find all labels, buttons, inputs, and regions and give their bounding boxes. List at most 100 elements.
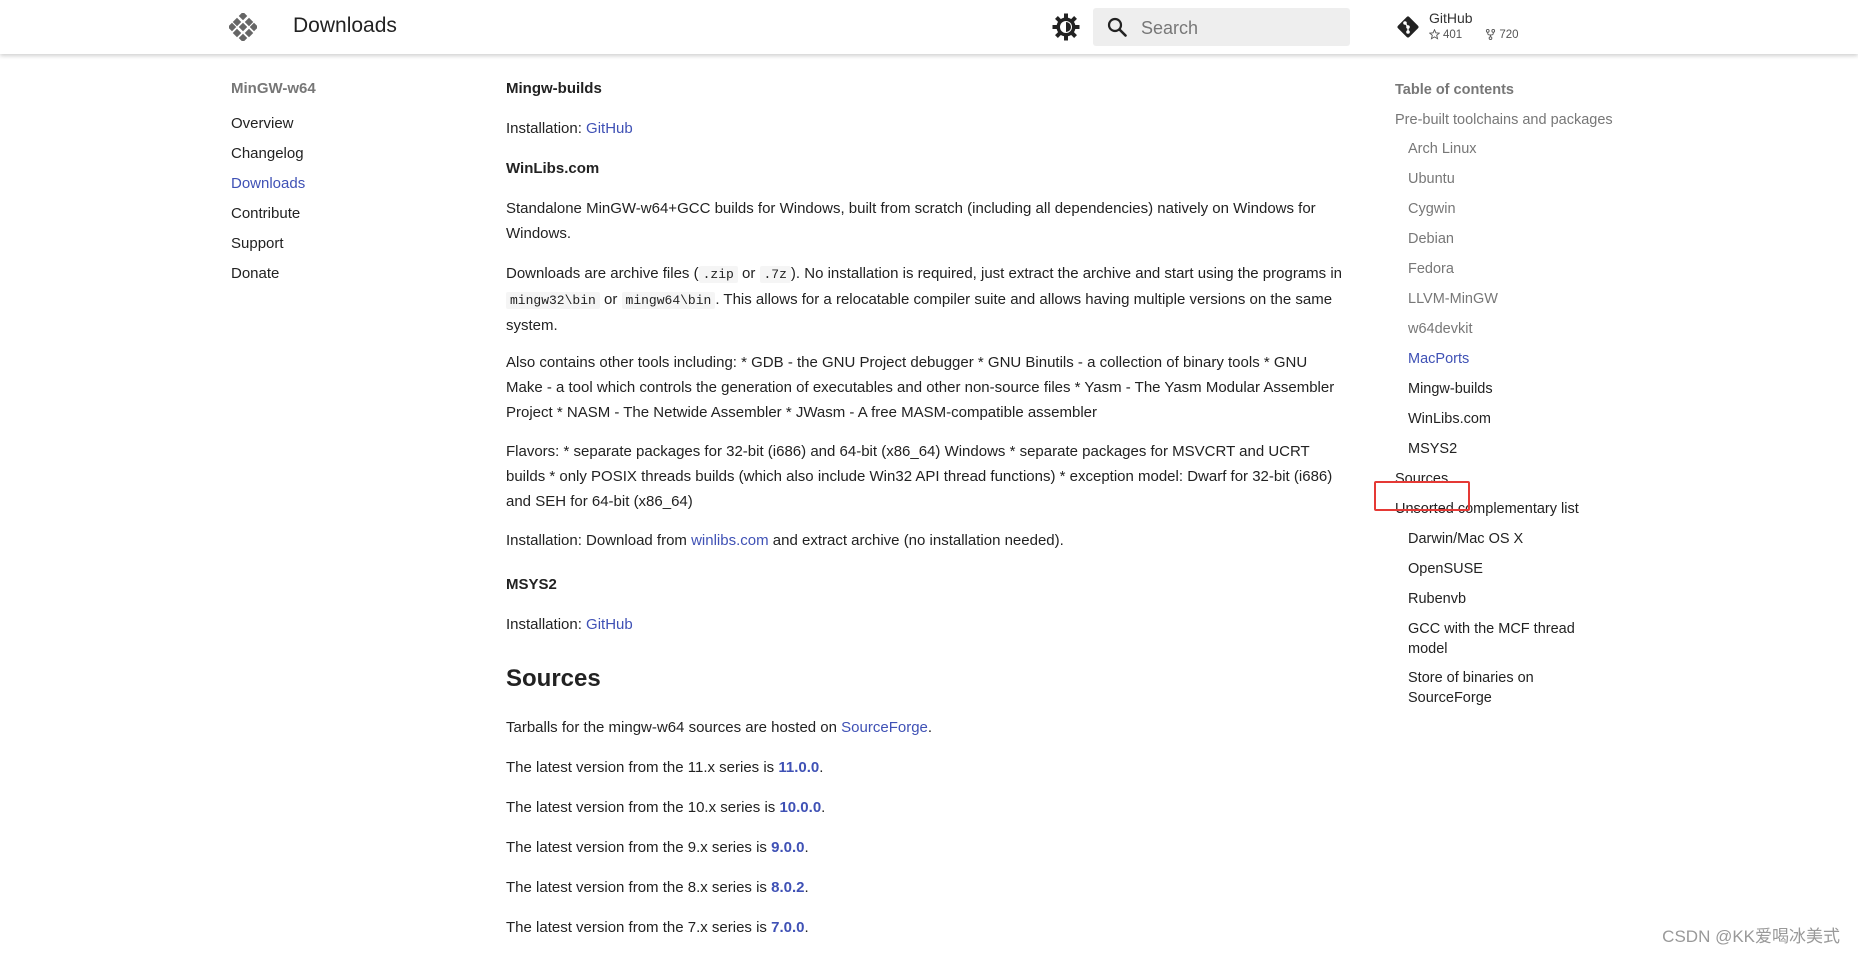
code-mingw64-bin: mingw64\bin xyxy=(621,292,716,309)
text: The latest version from the 10.x series … xyxy=(506,799,780,816)
install-label: Installation: xyxy=(506,616,587,633)
nav-item-overview[interactable]: Overview xyxy=(231,109,451,139)
text: Tarballs for the mingw-w64 sources are h… xyxy=(506,719,842,736)
text: . xyxy=(821,799,826,816)
winlibs-paragraph-4: Flavors: * separate packages for 32-bit … xyxy=(506,439,1346,514)
watermark: CSDN @KK爱喝冰美式 xyxy=(1662,927,1840,946)
version-link-11[interactable]: 11.0.0 xyxy=(778,759,819,776)
code-zip: .zip xyxy=(698,266,738,283)
repo-stars-count: 401 xyxy=(1443,29,1463,41)
table-of-contents: Table of contents Pre-built toolchains a… xyxy=(1395,80,1615,708)
repo-facts: 401 720 xyxy=(1428,28,1539,41)
toc-item-macports[interactable]: MacPorts xyxy=(1395,349,1615,369)
nav-item-downloads[interactable]: Downloads xyxy=(231,169,451,199)
toc-item-arch-linux[interactable]: Arch Linux xyxy=(1395,139,1615,159)
winlibs-paragraph-2: Downloads are archive files (.zip or .7z… xyxy=(506,261,1346,338)
winlibs-paragraph-3: Also contains other tools including: * G… xyxy=(506,350,1346,425)
toc-item-unsorted-list[interactable]: Unsorted complementary list xyxy=(1395,499,1615,519)
heading-winlibs: WinLibs.com xyxy=(506,160,600,177)
heading-mingw-builds: Mingw-builds xyxy=(506,80,602,97)
winlibs-link[interactable]: winlibs.com xyxy=(691,532,769,549)
toc-item-fedora[interactable]: Fedora xyxy=(1395,259,1615,279)
install-label: Installation: xyxy=(506,120,587,137)
section-mingw-builds: Mingw-builds xyxy=(506,76,1346,101)
text: or xyxy=(599,291,622,308)
winlibs-flavors: Flavors: * separate packages for 32-bit … xyxy=(506,443,1333,510)
page-title: Downloads xyxy=(293,14,397,37)
winlibs-paragraph-1: Standalone MinGW-w64+GCC builds for Wind… xyxy=(506,196,1346,246)
version-line-8: The latest version from the 8.x series i… xyxy=(506,875,1346,900)
text: The latest version from the 9.x series i… xyxy=(506,839,772,856)
toc-item-winlibs[interactable]: WinLibs.com xyxy=(1395,409,1615,429)
text: . xyxy=(804,919,809,936)
text: ). No installation is required, just ext… xyxy=(790,265,1343,282)
toc-item-sources[interactable]: Sources xyxy=(1395,469,1615,489)
winlibs-tools: Also contains other tools including: * G… xyxy=(506,354,1335,421)
version-link-7[interactable]: 7.0.0 xyxy=(771,919,804,936)
toc-item-ubuntu[interactable]: Ubuntu xyxy=(1395,169,1615,189)
toc-item-debian[interactable]: Debian xyxy=(1395,229,1615,249)
toc-item-mingw-builds[interactable]: Mingw-builds xyxy=(1395,379,1615,399)
star-icon xyxy=(1428,28,1441,40)
section-msys2: MSYS2 xyxy=(506,572,1346,597)
toc-item-darwin[interactable]: Darwin/Mac OS X xyxy=(1395,529,1615,549)
text: . xyxy=(804,839,809,856)
toc-title: Table of contents xyxy=(1395,82,1514,98)
version-link-9[interactable]: 9.0.0 xyxy=(771,839,804,856)
repo-forks-count: 720 xyxy=(1499,29,1519,41)
top-header: Downloads GitH xyxy=(0,0,1858,54)
search-box[interactable] xyxy=(1093,8,1350,48)
msys2-github-link[interactable]: GitHub xyxy=(586,616,633,633)
search-input[interactable] xyxy=(1139,8,1343,48)
toc-item-prebuilt[interactable]: Pre-built toolchains and packages xyxy=(1395,110,1615,130)
repo-forks: 720 xyxy=(1485,29,1528,41)
code-mingw32-bin: mingw32\bin xyxy=(506,292,600,309)
text: and extract archive (no installation nee… xyxy=(768,532,1064,549)
text: Downloads are archive files ( xyxy=(506,265,699,282)
text: The latest version from the 11.x series … xyxy=(506,759,779,776)
search-icon xyxy=(1107,17,1127,37)
code-7z: .7z xyxy=(759,266,791,283)
toc-item-opensuse[interactable]: OpenSUSE xyxy=(1395,559,1615,579)
version-line-11: The latest version from the 11.x series … xyxy=(506,755,1346,780)
heading-sources: Sources xyxy=(506,665,601,692)
version-line-7: The latest version from the 7.x series i… xyxy=(506,915,1346,940)
sourceforge-link[interactable]: SourceForge xyxy=(841,719,928,736)
section-sources: Sources xyxy=(506,666,1346,691)
winlibs-desc: Standalone MinGW-w64+GCC builds for Wind… xyxy=(506,200,1316,242)
nav-section-title[interactable]: MinGW-w64 xyxy=(231,80,451,97)
text: or xyxy=(737,265,760,282)
sources-intro: Tarballs for the mingw-w64 sources are h… xyxy=(506,715,1346,740)
left-navigation: MinGW-w64 Overview Changelog Downloads C… xyxy=(231,80,451,289)
toc-item-rubenvb[interactable]: Rubenvb xyxy=(1395,589,1615,609)
toc-item-cygwin[interactable]: Cygwin xyxy=(1395,199,1615,219)
toc-item-w64devkit[interactable]: w64devkit xyxy=(1395,319,1615,339)
msys2-install: Installation: GitHub xyxy=(506,612,1346,637)
text: . xyxy=(804,879,809,896)
toc-item-sourceforge-binaries[interactable]: Store of binaries on SourceForge xyxy=(1395,668,1568,708)
text: The latest version from the 7.x series i… xyxy=(506,919,772,936)
section-winlibs: WinLibs.com xyxy=(506,156,1346,181)
git-icon xyxy=(1397,16,1419,38)
repo-stars: 401 xyxy=(1428,28,1472,41)
version-link-8[interactable]: 8.0.2 xyxy=(771,879,804,896)
theme-toggle-icon[interactable] xyxy=(1052,13,1080,41)
toc-item-llvm-mingw[interactable]: LLVM-MinGW xyxy=(1395,289,1615,309)
nav-item-donate[interactable]: Donate xyxy=(231,259,451,289)
repo-name: GitHub xyxy=(1429,10,1473,26)
text: The latest version from the 8.x series i… xyxy=(506,879,772,896)
github-repo-link[interactable]: GitHub 401 720 xyxy=(1395,10,1535,46)
toc-item-gcc-mcf[interactable]: GCC with the MCF thread model xyxy=(1395,619,1593,659)
nav-item-support[interactable]: Support xyxy=(231,229,451,259)
mingw-builds-install: Installation: GitHub xyxy=(506,116,1346,141)
fork-icon xyxy=(1486,29,1496,40)
winlibs-paragraph-5: Installation: Download from winlibs.com … xyxy=(506,528,1346,553)
heading-msys2: MSYS2 xyxy=(506,576,557,593)
nav-item-changelog[interactable]: Changelog xyxy=(231,139,451,169)
toc-item-msys2[interactable]: MSYS2 xyxy=(1395,439,1615,459)
site-logo-icon[interactable] xyxy=(229,13,257,41)
text: . xyxy=(819,759,824,776)
nav-item-contribute[interactable]: Contribute xyxy=(231,199,451,229)
mingw-builds-github-link[interactable]: GitHub xyxy=(586,120,633,137)
version-link-10[interactable]: 10.0.0 xyxy=(779,799,821,816)
